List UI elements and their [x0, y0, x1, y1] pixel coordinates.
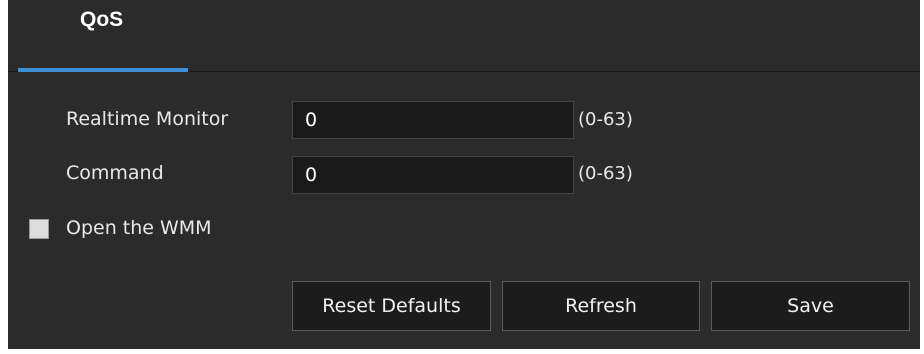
- active-tab-indicator: [18, 68, 188, 72]
- realtime-monitor-input[interactable]: 0: [292, 101, 574, 139]
- command-range-hint: (0-63): [578, 163, 633, 184]
- realtime-monitor-label: Realtime Monitor: [66, 108, 229, 130]
- save-button[interactable]: Save: [711, 281, 910, 331]
- tab-qos-label: QoS: [80, 8, 124, 31]
- open-wmm-checkbox[interactable]: [29, 219, 49, 239]
- open-wmm-label[interactable]: Open the WMM: [66, 217, 212, 239]
- command-label: Command: [66, 162, 164, 184]
- qos-settings-panel: QoS Realtime Monitor 0 (0-63) Command 0 …: [8, 0, 920, 349]
- command-input[interactable]: 0: [292, 156, 574, 194]
- reset-defaults-button[interactable]: Reset Defaults: [292, 281, 491, 331]
- realtime-monitor-range-hint: (0-63): [578, 109, 633, 130]
- tab-bar: QoS: [8, 0, 920, 72]
- tab-qos[interactable]: QoS: [18, 0, 188, 72]
- refresh-button[interactable]: Refresh: [502, 281, 700, 331]
